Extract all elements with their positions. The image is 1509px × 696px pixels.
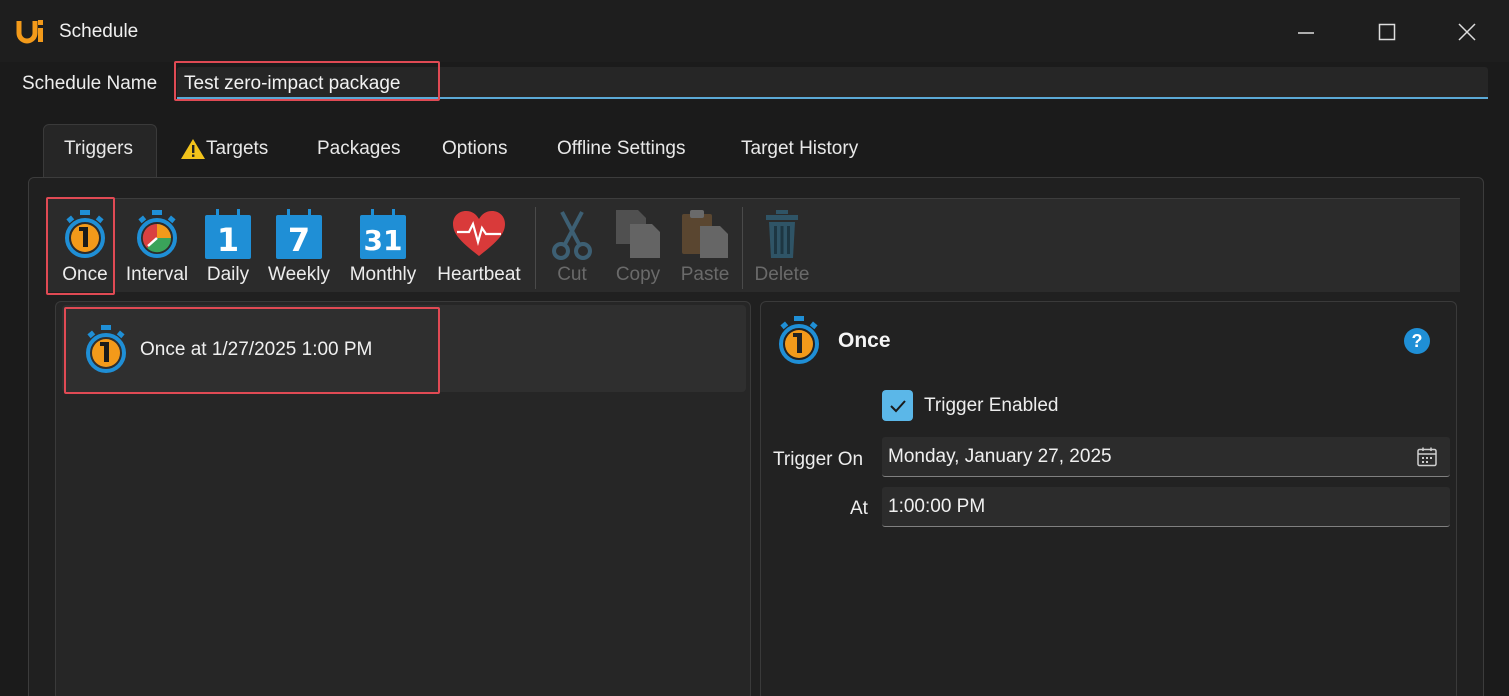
interval-button[interactable]: Interval bbox=[120, 199, 194, 293]
trigger-on-label: Trigger On bbox=[773, 449, 864, 470]
at-value: 1:00:00 PM bbox=[888, 496, 986, 517]
tab-target-history[interactable]: Target History bbox=[741, 138, 858, 160]
window-title: Schedule bbox=[59, 21, 139, 42]
tab-offline-settings[interactable]: Offline Settings bbox=[557, 138, 686, 160]
at-label: At bbox=[850, 498, 868, 519]
copy-label: Copy bbox=[615, 264, 661, 285]
trigger-enabled-checkbox[interactable] bbox=[882, 390, 913, 421]
details-title: Once bbox=[838, 329, 891, 352]
daily-label: Daily bbox=[206, 264, 250, 285]
toolbar-separator bbox=[742, 207, 743, 289]
trash-icon bbox=[766, 210, 798, 258]
cut-label: Cut bbox=[557, 264, 587, 285]
copy-icon bbox=[616, 210, 660, 258]
calendar-icon[interactable] bbox=[1416, 446, 1438, 468]
help-icon[interactable]: ? bbox=[1404, 328, 1430, 354]
cut-button[interactable]: Cut bbox=[548, 199, 596, 293]
maximize-button[interactable] bbox=[1367, 14, 1407, 50]
heartbeat-button[interactable]: Heartbeat bbox=[432, 199, 526, 293]
once-button[interactable]: Once bbox=[56, 199, 114, 293]
paste-icon bbox=[682, 210, 728, 258]
trigger-on-value: Monday, January 27, 2025 bbox=[888, 446, 1112, 467]
stopwatch-once-icon bbox=[86, 325, 126, 373]
minimize-button[interactable] bbox=[1286, 14, 1326, 50]
title-bar: Schedule bbox=[0, 0, 1509, 62]
weekly-button[interactable]: 7 Weekly bbox=[266, 199, 332, 293]
calendar-monthly-icon: 31 bbox=[360, 209, 406, 259]
schedule-name-input[interactable]: Test zero-impact package bbox=[177, 67, 1488, 99]
stopwatch-once-icon bbox=[65, 210, 105, 258]
list-item[interactable]: Once at 1/27/2025 1:00 PM bbox=[62, 305, 746, 392]
close-icon bbox=[1458, 23, 1476, 41]
heartbeat-label: Heartbeat bbox=[437, 264, 521, 285]
weekly-label: Weekly bbox=[268, 264, 330, 285]
checkmark-icon bbox=[889, 399, 906, 412]
schedule-name-label: Schedule Name bbox=[22, 73, 158, 94]
toolbar-separator bbox=[535, 207, 536, 289]
paste-button[interactable]: Paste bbox=[676, 199, 734, 293]
schedule-name-value: Test zero-impact package bbox=[184, 73, 401, 94]
monthly-label: Monthly bbox=[349, 264, 417, 285]
paste-label: Paste bbox=[680, 264, 730, 285]
copy-button[interactable]: Copy bbox=[608, 199, 668, 293]
stopwatch-once-icon bbox=[779, 316, 819, 364]
monthly-button[interactable]: 31 Monthly bbox=[344, 199, 422, 293]
tab-packages[interactable]: Packages bbox=[317, 138, 400, 160]
trigger-enabled-label: Trigger Enabled bbox=[924, 395, 1059, 416]
warning-icon bbox=[181, 139, 205, 159]
interval-label: Interval bbox=[125, 264, 189, 285]
tab-targets-label: Targets bbox=[206, 138, 269, 159]
scissors-icon bbox=[552, 211, 592, 260]
once-label: Once bbox=[62, 264, 108, 285]
trigger-toolbar: Once Interval 1 Daily 7 Weekly 31 Monthl… bbox=[48, 198, 1460, 292]
close-button[interactable] bbox=[1447, 14, 1487, 50]
daily-button[interactable]: 1 Daily bbox=[202, 199, 254, 293]
delete-label: Delete bbox=[754, 264, 810, 285]
tab-triggers[interactable]: Triggers bbox=[64, 138, 133, 160]
calendar-daily-icon: 1 bbox=[205, 209, 251, 259]
at-time-input[interactable]: 1:00:00 PM bbox=[882, 487, 1450, 527]
calendar-weekly-icon: 7 bbox=[276, 209, 322, 259]
tab-targets[interactable]: Targets bbox=[180, 138, 268, 160]
app-logo-icon bbox=[16, 20, 43, 44]
maximize-icon bbox=[1378, 23, 1396, 41]
heartbeat-icon bbox=[453, 211, 505, 256]
minimize-icon bbox=[1298, 32, 1314, 34]
delete-button[interactable]: Delete bbox=[750, 199, 814, 293]
stopwatch-interval-icon bbox=[137, 210, 177, 258]
tab-options[interactable]: Options bbox=[442, 138, 507, 160]
trigger-item-text: Once at 1/27/2025 1:00 PM bbox=[140, 339, 373, 360]
trigger-on-date-picker[interactable]: Monday, January 27, 2025 bbox=[882, 437, 1450, 477]
